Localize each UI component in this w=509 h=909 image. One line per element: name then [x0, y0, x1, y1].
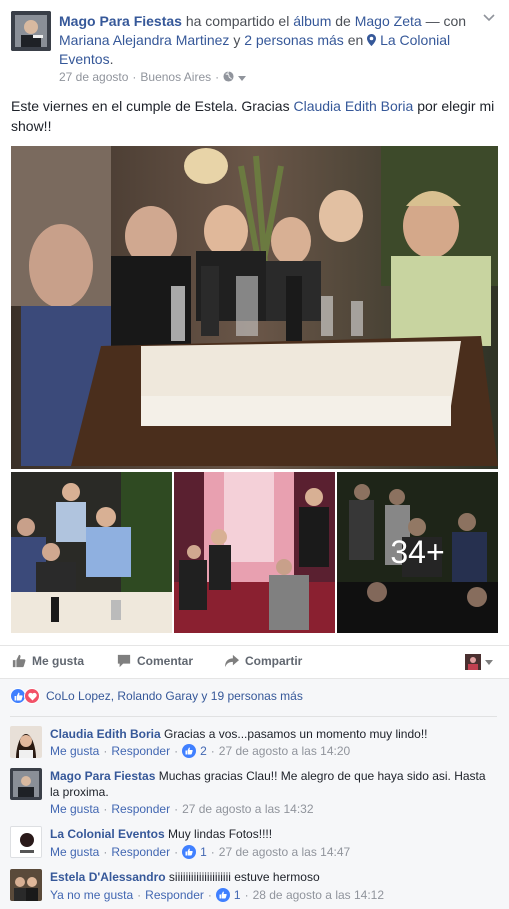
post-date[interactable]: 27 de agosto — [59, 70, 128, 84]
post-location[interactable]: Buenos Aires — [140, 70, 211, 84]
post-header: Mago Para Fiestas ha compartido el álbum… — [59, 12, 479, 69]
author-avatar[interactable] — [11, 11, 51, 51]
comment-like-count[interactable]: 2 — [200, 744, 207, 758]
commenter-avatar[interactable] — [10, 826, 42, 858]
comment-reply-button[interactable]: Responder — [111, 802, 170, 816]
comment-meta: Ya no me gusta · Responder · 1 · 28 de a… — [50, 888, 385, 902]
chevron-down-icon[interactable] — [483, 14, 495, 22]
privacy-dropdown-icon[interactable] — [238, 70, 247, 84]
caret-down-icon — [485, 659, 493, 665]
reactions-summary-text: CoLo Lopez, Rolando Garay y 19 personas … — [46, 689, 303, 703]
meta-separator: · — [132, 70, 137, 84]
comment-time[interactable]: 28 de agosto a las 14:12 — [253, 888, 384, 902]
others-tagged-link[interactable]: 2 personas más — [244, 32, 344, 48]
tagged-person-link[interactable]: Mariana Alejandra Martinez — [59, 32, 229, 48]
period: . — [109, 51, 114, 67]
comment-time[interactable]: 27 de agosto a las 14:20 — [219, 744, 350, 758]
comment-unlike-button[interactable]: Ya no me gusta — [50, 888, 133, 902]
comment-reply-button[interactable]: Responder — [111, 744, 170, 758]
author-avatar-image — [11, 11, 51, 51]
comment-reply-button[interactable]: Responder — [145, 888, 204, 902]
comment-like-count[interactable]: 1 — [200, 845, 207, 859]
location-pin-icon — [367, 32, 380, 48]
comment-text: Muy lindas Fotos!!!! — [168, 827, 273, 841]
comment-meta: Me gusta · Responder · 27 de agosto a la… — [50, 802, 314, 816]
mention-link[interactable]: Claudia Edith Boria — [293, 98, 413, 114]
author-name-link[interactable]: Mago Para Fiestas — [59, 13, 182, 29]
commenter-avatar[interactable] — [10, 869, 42, 901]
globe-icon[interactable] — [223, 70, 234, 84]
comment-author[interactable]: Claudia Edith Boria — [50, 727, 161, 741]
divider — [10, 716, 497, 717]
like-count-icon — [182, 845, 197, 859]
like-button[interactable]: Me gusta — [12, 654, 84, 668]
thumbs-up-icon — [12, 654, 26, 668]
like-count-icon — [215, 888, 230, 902]
commenter-avatar[interactable] — [10, 726, 42, 758]
page-avatar — [465, 654, 481, 670]
with-text: — con — [425, 13, 467, 29]
share-icon — [225, 654, 239, 668]
comment-author[interactable]: La Colonial Eventos — [50, 827, 165, 841]
comment-label: Comentar — [137, 654, 194, 668]
share-label: Compartir — [245, 654, 303, 668]
shared-text: ha compartido el — [185, 13, 290, 29]
action-bar: Me gusta Comentar Compartir — [0, 645, 509, 677]
and-text: y — [233, 32, 241, 48]
photo-thumbnail-2[interactable] — [174, 472, 335, 633]
reactions-summary[interactable]: CoLo Lopez, Rolando Garay y 19 personas … — [10, 688, 303, 704]
comment-body: Claudia Edith Boria Gracias a vos...pasa… — [50, 726, 495, 742]
main-photo[interactable] — [11, 146, 498, 469]
in-text: en — [347, 32, 364, 48]
photo-thumbnail-1[interactable] — [11, 472, 172, 633]
album-link[interactable]: álbum — [293, 13, 331, 29]
album-owner-link[interactable]: Mago Zeta — [355, 13, 422, 29]
comment-icon — [117, 654, 131, 668]
like-label: Me gusta — [32, 654, 85, 668]
comment-reply-button[interactable]: Responder — [111, 845, 170, 859]
post-as-selector[interactable] — [465, 654, 493, 670]
comment-time[interactable]: 27 de agosto a las 14:32 — [182, 802, 313, 816]
post-body-before: Este viernes en el cumple de Estela. Gra… — [11, 98, 290, 114]
more-photos-count[interactable]: 34+ — [337, 472, 498, 633]
commenter-avatar[interactable] — [10, 768, 42, 800]
comment-like-count[interactable]: 1 — [234, 888, 241, 902]
comment-like-button[interactable]: Me gusta — [50, 845, 99, 859]
share-button[interactable]: Compartir — [225, 654, 302, 668]
comment-meta: Me gusta · Responder · 2 · 27 de agosto … — [50, 744, 351, 758]
like-count-icon — [182, 744, 197, 758]
comment-like-button[interactable]: Me gusta — [50, 744, 99, 758]
comment-body: La Colonial Eventos Muy lindas Fotos!!!! — [50, 826, 495, 842]
post-text: Este viernes en el cumple de Estela. Gra… — [11, 96, 499, 136]
post-meta: 27 de agosto · Buenos Aires · — [59, 70, 247, 84]
comment-like-button[interactable]: Me gusta — [50, 802, 99, 816]
comment-button[interactable]: Comentar — [117, 654, 193, 668]
comment-text: Gracias a vos...pasamos un momento muy l… — [164, 727, 428, 741]
meta-separator-2: · — [215, 70, 220, 84]
comment-meta: Me gusta · Responder · 1 · 27 de agosto … — [50, 845, 351, 859]
comment-author[interactable]: Estela D'Alessandro — [50, 870, 166, 884]
comment-author[interactable]: Mago Para Fiestas — [50, 769, 155, 783]
of-text: de — [335, 13, 351, 29]
comment-body: Mago Para Fiestas Muchas gracias Clau!! … — [50, 768, 495, 800]
comment-time[interactable]: 27 de agosto a las 14:47 — [219, 845, 350, 859]
comment-text: siiiiiiiiiiiiiiiiiiiii estuve hermoso — [168, 870, 320, 884]
love-reaction-icon — [24, 688, 40, 704]
comment-body: Estela D'Alessandro siiiiiiiiiiiiiiiiiii… — [50, 869, 495, 885]
photo-thumbnail-3[interactable]: 34+ — [337, 472, 498, 633]
